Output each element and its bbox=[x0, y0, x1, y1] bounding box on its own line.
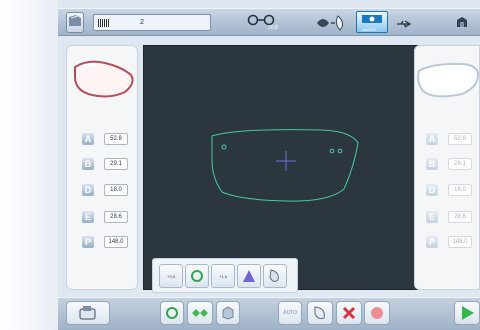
job-number-field[interactable]: 2 bbox=[93, 14, 211, 31]
param-row-b: B 29.1 bbox=[82, 158, 128, 170]
right-param-value-d: 18.0 bbox=[448, 184, 472, 196]
param-value-b[interactable]: 29.1 bbox=[104, 158, 128, 170]
shape-button[interactable] bbox=[160, 301, 184, 325]
lens-drop-icon bbox=[269, 269, 279, 282]
right-param-value-p: 148.0 bbox=[448, 236, 472, 248]
bridge-value: 20.8 bbox=[268, 25, 278, 31]
bottom-toolbar: AUTO bbox=[58, 297, 480, 330]
param-row-e: E 28.6 bbox=[82, 211, 128, 223]
barcode-icon bbox=[98, 18, 110, 27]
right-lens-shape bbox=[417, 62, 480, 98]
mode-button[interactable]: eskOLE bbox=[356, 11, 388, 33]
param-value-a[interactable]: 52.8 bbox=[104, 133, 128, 145]
machine-icon bbox=[79, 306, 96, 320]
param-letter-b: B bbox=[82, 158, 94, 170]
left-lens-shape bbox=[74, 60, 134, 98]
param-value-p[interactable]: 148.0 bbox=[104, 236, 128, 248]
right-param-row-d: D 18.0 bbox=[426, 184, 472, 196]
ring-icon bbox=[166, 307, 178, 319]
param-row-a: A 52.8 bbox=[82, 133, 128, 145]
delete-icon bbox=[342, 306, 356, 320]
offset-label: +1.5 bbox=[219, 273, 227, 279]
param-letter-p: P bbox=[82, 236, 94, 248]
lens-type-toggle[interactable] bbox=[313, 13, 351, 33]
right-param-value-a: 52.8 bbox=[448, 133, 472, 145]
right-param-row-p: P 148.0 bbox=[426, 236, 472, 248]
auto-button: AUTO bbox=[278, 301, 302, 325]
pair-button[interactable] bbox=[187, 301, 213, 325]
usb-status bbox=[396, 16, 412, 28]
right-param-value-e: 28.6 bbox=[448, 211, 472, 223]
right-lens-panel: A 52.8 B 29.1 D 18.0 E 28.6 P 148.0 bbox=[414, 45, 480, 290]
start-button[interactable] bbox=[454, 301, 480, 325]
param-letter-d: D bbox=[82, 184, 94, 196]
right-param-letter-d: D bbox=[426, 184, 438, 196]
trace-adjust-label: +3.5 bbox=[167, 273, 175, 279]
lens-shape-icon bbox=[317, 15, 344, 31]
play-icon bbox=[462, 306, 474, 320]
mode-label: eskOLE bbox=[362, 27, 377, 32]
operator-icon bbox=[457, 17, 467, 27]
desktop-gutter bbox=[0, 0, 58, 330]
job-number: 2 bbox=[140, 19, 144, 26]
right-param-row-b: B 29.1 bbox=[426, 158, 472, 170]
usb-icon bbox=[397, 20, 412, 28]
stop-icon bbox=[371, 307, 383, 319]
param-value-d[interactable]: 18.0 bbox=[104, 184, 128, 196]
eye-icon bbox=[362, 15, 382, 23]
delete-button[interactable] bbox=[336, 301, 362, 325]
right-param-letter-p: P bbox=[426, 236, 438, 248]
right-param-row-e: E 28.6 bbox=[426, 211, 472, 223]
right-param-letter-a: A bbox=[426, 133, 438, 145]
left-lens-panel: A 52.8 B 29.1 D 18.0 E 28.6 P 148.0 bbox=[66, 45, 138, 290]
box-icon bbox=[222, 306, 234, 320]
shape-reset-button[interactable] bbox=[185, 264, 209, 288]
pair-shapes-icon bbox=[192, 309, 208, 317]
param-letter-a: A bbox=[82, 133, 94, 145]
lens-edit-icon bbox=[314, 306, 325, 319]
box-button[interactable] bbox=[216, 301, 240, 325]
param-row-d: D 18.0 bbox=[82, 184, 128, 196]
right-param-letter-b: B bbox=[426, 158, 438, 170]
right-param-value-b: 29.1 bbox=[448, 158, 472, 170]
right-param-letter-e: E bbox=[426, 211, 438, 223]
operator-button[interactable] bbox=[455, 15, 480, 33]
right-param-row-a: A 52.8 bbox=[426, 133, 472, 145]
offset-button[interactable]: +1.5 bbox=[211, 264, 235, 288]
trace-toolbar: +3.5 +1.5 bbox=[152, 258, 298, 293]
drill-button[interactable] bbox=[263, 264, 287, 288]
top-toolbar: 2 20.8 eskOLE bbox=[58, 8, 480, 36]
ring-icon bbox=[191, 270, 203, 282]
param-row-p: P 148.0 bbox=[82, 236, 128, 248]
param-value-e[interactable]: 28.6 bbox=[104, 211, 128, 223]
bevel-button[interactable] bbox=[237, 264, 261, 288]
machine-button[interactable] bbox=[66, 301, 110, 325]
edit-button[interactable] bbox=[307, 301, 333, 325]
lens-edger-app: 2 20.8 eskOLE A 52.8 B 29.1 D 18.0 E 28.6 P1… bbox=[58, 0, 480, 330]
trace-adjust-button[interactable]: +3.5 bbox=[159, 264, 183, 288]
param-letter-e: E bbox=[82, 211, 94, 223]
triangle-icon bbox=[243, 270, 255, 282]
stop-button[interactable] bbox=[364, 301, 390, 325]
memory-button[interactable] bbox=[66, 12, 84, 33]
frame-bridge-indicator: 20.8 bbox=[246, 13, 284, 33]
folder-icon bbox=[69, 15, 81, 26]
